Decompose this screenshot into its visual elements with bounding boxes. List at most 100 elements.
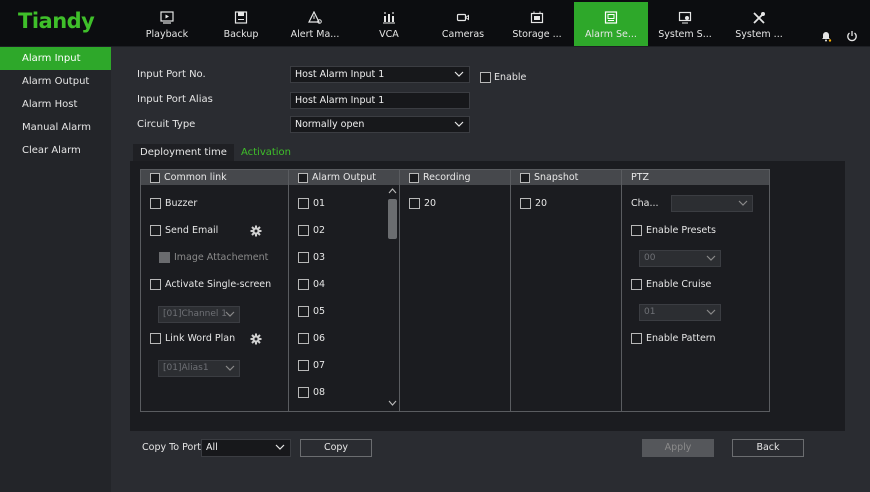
- alarm-output-item-label: 07: [313, 360, 326, 371]
- back-button[interactable]: Back: [732, 439, 804, 457]
- tiandy-logo: Tiandy: [18, 9, 95, 33]
- alarm-output-item-checkbox[interactable]: [298, 333, 309, 344]
- gear-icon[interactable]: [250, 333, 262, 345]
- channel-select[interactable]: [01]Channel 1: [158, 306, 240, 323]
- apply-button[interactable]: Apply: [642, 439, 714, 457]
- tab-activation[interactable]: Activation: [233, 144, 299, 161]
- camera-icon: [456, 13, 469, 22]
- circuit-type-select[interactable]: Normally open: [290, 116, 470, 133]
- nav-storage[interactable]: Storage ...: [500, 2, 574, 46]
- power-icon[interactable]: [846, 30, 858, 42]
- buzzer-checkbox[interactable]: [150, 198, 161, 209]
- recording-checkbox[interactable]: [409, 172, 419, 183]
- top-right-controls: [820, 30, 858, 42]
- presets-select[interactable]: 00: [639, 250, 721, 267]
- alarm-output-item-checkbox[interactable]: [298, 225, 309, 236]
- ptz-channel-select[interactable]: [671, 195, 753, 212]
- snapshot-column: Snapshot 20: [511, 170, 622, 411]
- recording-header: Recording: [400, 170, 510, 185]
- activation-table: Common link Buzzer Send Email Image Atta…: [140, 169, 770, 412]
- chevron-down-icon: [275, 444, 285, 450]
- nav-backup[interactable]: Backup: [204, 2, 278, 46]
- recording-item-checkbox[interactable]: [409, 198, 420, 209]
- nav-system-tools[interactable]: System ...: [722, 2, 796, 46]
- alarm-output-item-checkbox[interactable]: [298, 387, 309, 398]
- alarm-output-item-label: 01: [313, 198, 326, 209]
- image-attachment-label: Image Attachement: [174, 252, 269, 263]
- storage-icon: [530, 11, 544, 24]
- input-port-select[interactable]: Host Alarm Input 1: [290, 66, 470, 83]
- backup-icon: [234, 11, 248, 24]
- cruise-select[interactable]: 01: [639, 304, 721, 321]
- sidebar-item-manual-alarm[interactable]: Manual Alarm: [0, 116, 111, 139]
- snapshot-item-label: 20: [535, 198, 548, 209]
- alarm-output-column: Alarm Output 01 02 03 04 05 06 07 08: [289, 170, 400, 411]
- scroll-up-icon[interactable]: [388, 187, 397, 195]
- chevron-down-icon: [454, 71, 464, 77]
- enable-checkbox[interactable]: [480, 72, 491, 83]
- scrollbar-thumb[interactable]: [388, 199, 397, 239]
- alarm-output-item-label: 04: [313, 279, 326, 290]
- enable-presets-checkbox[interactable]: [631, 225, 642, 236]
- enable-cruise-label: Enable Cruise: [646, 279, 712, 290]
- alarm-output-item: 03: [298, 252, 325, 263]
- alarm-output-header-label: Alarm Output: [312, 172, 376, 183]
- sidebar-item-alarm-host[interactable]: Alarm Host: [0, 93, 111, 116]
- nav-label: Backup: [223, 29, 259, 40]
- alarm-output-item-checkbox[interactable]: [298, 306, 309, 317]
- alarm-output-item-checkbox[interactable]: [298, 198, 309, 209]
- circuit-type-value: Normally open: [295, 119, 365, 130]
- playback-icon: [160, 11, 174, 24]
- common-link-checkbox[interactable]: [150, 172, 160, 183]
- image-attachment-checkbox[interactable]: [159, 252, 170, 263]
- copy-to-port-select[interactable]: All: [201, 439, 291, 457]
- snapshot-item-checkbox[interactable]: [520, 198, 531, 209]
- nav-vca[interactable]: VCA: [352, 2, 426, 46]
- sidebar-item-clear-alarm[interactable]: Clear Alarm: [0, 139, 111, 162]
- bell-icon[interactable]: [820, 30, 832, 42]
- activation-panel: Common link Buzzer Send Email Image Atta…: [130, 161, 845, 431]
- copy-to-port-value: All: [206, 442, 218, 453]
- nav-cameras[interactable]: Cameras: [426, 2, 500, 46]
- scroll-down-icon[interactable]: [388, 399, 397, 407]
- gear-icon[interactable]: [250, 225, 262, 237]
- alias-plan-select[interactable]: [01]Alias1: [158, 360, 240, 377]
- main-nav: Playback Backup Alert Ma... VCA Cameras …: [130, 2, 796, 46]
- nav-label: Alert Ma...: [290, 29, 340, 40]
- activate-single-screen-checkbox[interactable]: [150, 279, 161, 290]
- ptz-channel-row: Cha...: [631, 198, 659, 209]
- channel-select-value: [01]Channel 1: [163, 309, 228, 319]
- snapshot-checkbox[interactable]: [520, 172, 530, 183]
- nav-playback[interactable]: Playback: [130, 2, 204, 46]
- enable-pattern-checkbox[interactable]: [631, 333, 642, 344]
- alarm-output-item: 06: [298, 333, 325, 344]
- alarm-output-item: 01: [298, 198, 325, 209]
- alarm-output-item-checkbox[interactable]: [298, 252, 309, 263]
- nav-label: System S...: [658, 29, 712, 40]
- alarm-output-item-checkbox[interactable]: [298, 279, 309, 290]
- nav-system-settings[interactable]: System S...: [648, 2, 722, 46]
- enable-cruise-checkbox[interactable]: [631, 279, 642, 290]
- link-word-plan-checkbox[interactable]: [150, 333, 161, 344]
- ptz-column: PTZ Cha... Enable Presets 00 Enable Crui…: [622, 170, 769, 411]
- top-bar: Tiandy Playback Backup Alert Ma... VCA C…: [0, 0, 870, 47]
- copy-button[interactable]: Copy: [300, 439, 372, 457]
- sidebar-item-alarm-input[interactable]: Alarm Input: [0, 47, 111, 70]
- snapshot-header: Snapshot: [511, 170, 621, 185]
- nav-alert-management[interactable]: Alert Ma...: [278, 2, 352, 46]
- nav-alarm-settings[interactable]: Alarm Se...: [574, 2, 648, 46]
- send-email-checkbox[interactable]: [150, 225, 161, 236]
- alarm-output-item-label: 06: [313, 333, 326, 344]
- alarm-output-item-checkbox[interactable]: [298, 360, 309, 371]
- alarm-output-checkbox[interactable]: [298, 172, 308, 183]
- alias-input[interactable]: Host Alarm Input 1: [290, 92, 470, 109]
- main-content: Input Port No. Host Alarm Input 1 Enable…: [111, 47, 870, 492]
- buzzer-row: Buzzer: [150, 198, 197, 209]
- snapshot-header-label: Snapshot: [534, 172, 579, 183]
- system-settings-icon: [678, 11, 692, 24]
- sidebar-item-alarm-output[interactable]: Alarm Output: [0, 70, 111, 93]
- tab-deployment-time[interactable]: Deployment time: [133, 144, 234, 161]
- alarm-output-item: 04: [298, 279, 325, 290]
- alarm-output-scrollbar[interactable]: [386, 185, 399, 410]
- chevron-down-icon: [738, 200, 748, 206]
